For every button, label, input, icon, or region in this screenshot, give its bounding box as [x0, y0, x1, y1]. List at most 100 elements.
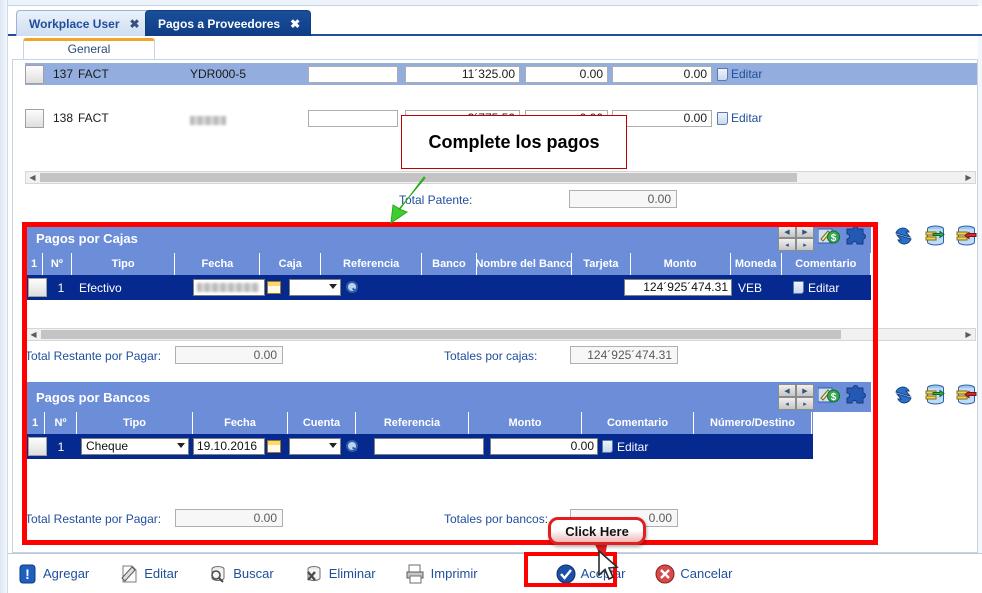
col-header-tarjeta[interactable]: Tarjeta [572, 253, 631, 275]
note-icon [717, 111, 728, 125]
col-header-numero-destino[interactable]: Número/Destino [694, 412, 812, 434]
calendar-icon[interactable] [267, 440, 281, 453]
col-header-referencia[interactable]: Referencia [321, 253, 423, 275]
redacted-value [190, 115, 226, 125]
col-header-referencia[interactable]: Referencia [356, 412, 469, 434]
row-col5-field[interactable]: 0.00 [612, 66, 712, 83]
col-header-tipo[interactable]: Tipo [72, 253, 176, 275]
row-empty-field[interactable] [308, 66, 398, 83]
col-header-fecha[interactable]: Fecha [193, 412, 288, 434]
cajas-nav-pad[interactable]: ◀ ▶ ◂ ▸ [778, 225, 814, 251]
nav-next-icon[interactable]: ▶ [796, 384, 814, 397]
close-icon[interactable]: ✖ [290, 18, 300, 30]
bancos-table-row[interactable]: 1 Cheque 19.10.2016 0.00 Editar [26, 434, 813, 459]
row-comentario-cell[interactable]: Editar [793, 275, 839, 300]
row-edit-link[interactable]: Editar [717, 110, 762, 126]
nav-prev-icon[interactable]: ◀ [778, 384, 796, 397]
refresh-icon[interactable] [893, 226, 914, 246]
db-delete-icon[interactable] [956, 225, 977, 246]
col-header-select[interactable]: 1 [26, 412, 45, 434]
row-tipo: Efectivo [79, 280, 122, 295]
col-header-banco[interactable]: Banco [422, 253, 477, 275]
imprimir-button[interactable]: Imprimir [406, 564, 478, 584]
edit-money-icon[interactable]: $ [818, 385, 840, 406]
col-header-comentario[interactable]: Comentario [582, 412, 694, 434]
col-header-cuenta[interactable]: Cuenta [288, 412, 356, 434]
row-comentario-cell[interactable]: Editar [602, 434, 648, 459]
col-header-comentario[interactable]: Comentario [782, 253, 871, 275]
tab-pagos-a-proveedores[interactable]: Pagos a Proveedores ✖ [145, 10, 312, 36]
col-header-numero[interactable]: Nº [43, 253, 72, 275]
col-header-numero[interactable]: Nº [45, 412, 77, 434]
scroll-right-arrow[interactable]: ▶ [962, 329, 975, 340]
db-delete-icon[interactable] [956, 384, 977, 405]
col-header-monto[interactable]: Monto [631, 253, 731, 275]
row-col5-field[interactable]: 0.00 [612, 110, 712, 127]
puzzle-icon[interactable] [845, 385, 866, 405]
row-fecha-cell[interactable]: 19.10.2016 [193, 434, 281, 459]
scroll-left-arrow[interactable]: ◀ [26, 172, 39, 183]
nav-first-icon[interactable]: ◂ [778, 238, 796, 251]
scroll-right-arrow[interactable]: ▶ [962, 172, 975, 183]
row-tipo-cell[interactable]: Cheque [81, 434, 189, 459]
bancos-nav-pad[interactable]: ◀ ▶ ◂ ▸ [778, 384, 814, 410]
tab-workplace-user[interactable]: Workplace User ✖ [16, 10, 151, 36]
search-icon[interactable] [345, 281, 358, 294]
nav-first-icon[interactable]: ◂ [778, 397, 796, 410]
edit-money-icon[interactable]: $ [818, 226, 840, 247]
calendar-icon[interactable] [267, 281, 281, 294]
monto-input[interactable]: 0.00 [490, 438, 598, 455]
tipo-select[interactable]: Cheque [81, 438, 189, 455]
puzzle-icon[interactable] [845, 226, 866, 246]
row-referencia-cell[interactable] [374, 434, 484, 459]
cajas-table-row[interactable]: 1 Efectivo 124´925´474.31 VEB Editar [26, 275, 871, 300]
nav-last-icon[interactable]: ▸ [796, 397, 814, 410]
tab-general[interactable]: General [23, 38, 155, 59]
row-empty-field[interactable] [308, 110, 398, 127]
row-select-checkbox[interactable] [25, 65, 44, 84]
buscar-button[interactable]: Buscar [208, 564, 274, 584]
close-icon[interactable]: ✖ [130, 18, 140, 30]
row-fecha-cell[interactable] [193, 275, 281, 300]
agregar-button[interactable]: ! Agregar [18, 564, 89, 584]
nav-prev-icon[interactable]: ◀ [778, 225, 796, 238]
row-select-checkbox[interactable] [25, 109, 44, 128]
scroll-left-arrow[interactable]: ◀ [27, 329, 40, 340]
nav-next-icon[interactable]: ▶ [796, 225, 814, 238]
col-header-caja[interactable]: Caja [260, 253, 322, 275]
col-header-monto[interactable]: Monto [469, 412, 582, 434]
nav-last-icon[interactable]: ▸ [796, 238, 814, 251]
scrollbar-thumb[interactable] [41, 330, 841, 339]
col-header-moneda[interactable]: Moneda [731, 253, 782, 275]
table-row[interactable]: 137 FACT YDR000-5 11´325.00 0.00 0.00 Ed… [25, 63, 977, 85]
row-caja-cell[interactable] [289, 275, 358, 300]
command-bar: ! Agregar Editar Buscar Eliminar Imprimi… [8, 553, 982, 593]
fecha-input[interactable] [193, 279, 265, 296]
cuenta-select[interactable] [289, 438, 341, 455]
cancelar-button[interactable]: Cancelar [655, 564, 732, 584]
caja-select[interactable] [289, 279, 341, 296]
tooltip-click-here: Click Here [548, 517, 646, 545]
row-reference [190, 110, 226, 126]
cajas-grid-hscrollbar[interactable]: ◀ ▶ [26, 328, 976, 341]
row-col4-field[interactable]: 0.00 [525, 66, 608, 83]
referencia-input[interactable] [374, 438, 484, 455]
row-monto-cell[interactable]: 0.00 [490, 434, 598, 459]
col-header-select[interactable]: 1 [26, 253, 44, 275]
row-monto-cell[interactable]: 124´925´474.31 [624, 275, 732, 300]
row-edit-link[interactable]: Editar [717, 66, 762, 82]
refresh-icon[interactable] [893, 385, 914, 405]
eliminar-button[interactable]: Eliminar [304, 564, 376, 584]
row-cuenta-cell[interactable] [289, 434, 358, 459]
fecha-input[interactable]: 19.10.2016 [193, 438, 265, 455]
col-header-fecha[interactable]: Fecha [175, 253, 261, 275]
search-icon[interactable] [345, 440, 358, 453]
row-monto-field[interactable]: 11´325.00 [405, 66, 520, 83]
monto-input[interactable]: 124´925´474.31 [624, 279, 732, 296]
db-insert-icon[interactable] [925, 225, 946, 246]
col-header-nombre-banco[interactable]: Nombre del Banco [477, 253, 573, 275]
col-header-tipo[interactable]: Tipo [77, 412, 193, 434]
db-insert-icon[interactable] [925, 384, 946, 405]
invoice-grid-hscrollbar[interactable]: ◀ ▶ [25, 171, 976, 184]
editar-button[interactable]: Editar [119, 564, 178, 584]
